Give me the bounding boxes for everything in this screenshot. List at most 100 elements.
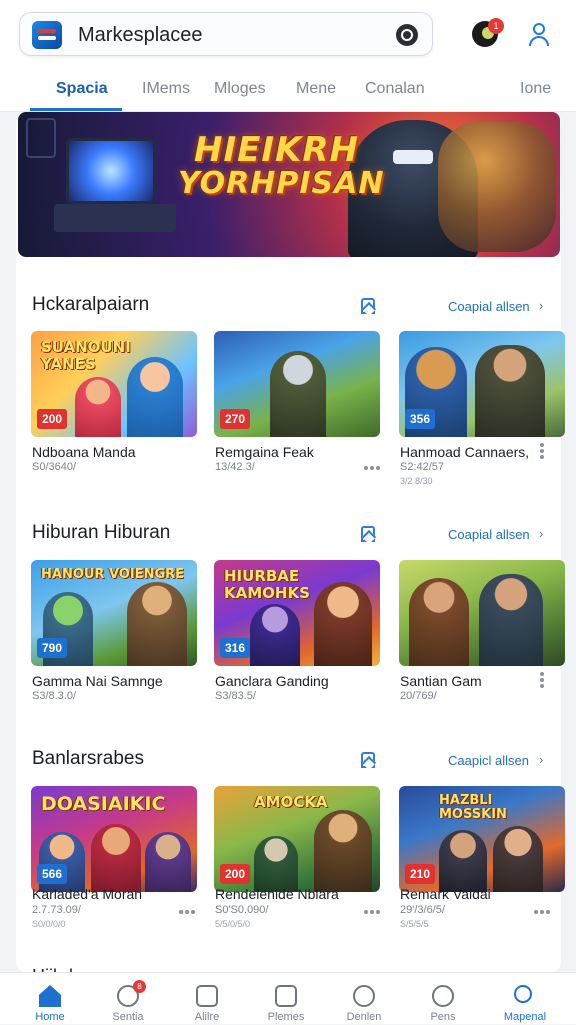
game-title[interactable]: Ndboana Manda: [32, 444, 136, 460]
game-thumbnail[interactable]: HANOUR VOIENGRE 790: [31, 560, 197, 666]
nav-badge: 8: [133, 980, 146, 993]
notification-icon[interactable]: 1: [472, 18, 504, 47]
app-logo-icon: [32, 21, 62, 49]
tab-ione[interactable]: Ione: [520, 80, 551, 98]
more-options-icon[interactable]: [364, 465, 380, 471]
price-badge: 316: [220, 638, 251, 658]
see-all-link[interactable]: Caapicl allsen: [448, 753, 529, 768]
more-options-icon[interactable]: [539, 443, 545, 459]
nav-plemes[interactable]: Plemes: [247, 973, 325, 1025]
game-meta: S3/8.3.0/: [32, 690, 77, 702]
game-meta-secondary: S0/0/0/0: [32, 919, 66, 929]
chevron-right-icon[interactable]: ›: [539, 298, 543, 313]
game-art-text: AMOCKA: [254, 793, 328, 811]
game-art-text: DOASIAIKIC: [41, 793, 166, 815]
game-art-text: HAZBLI MOSSKIN: [439, 793, 507, 823]
nav-search[interactable]: Mapenal: [486, 973, 564, 1025]
game-meta-secondary: 3/2 8/30: [400, 476, 433, 486]
price-badge: 356: [405, 409, 436, 429]
game-thumbnail[interactable]: 270: [214, 331, 380, 437]
nav-pens[interactable]: Pens: [404, 973, 482, 1025]
search-bar[interactable]: Markesplacee: [19, 12, 433, 56]
nav-label: Denlen: [346, 1011, 382, 1023]
more-options-icon[interactable]: [539, 672, 545, 688]
search-bar-title: Markesplacee: [78, 24, 203, 46]
game-thumbnail[interactable]: HIURBAE KAMOHKS 316: [214, 560, 380, 666]
game-thumbnail[interactable]: HAZBLI MOSSKIN 210: [399, 786, 565, 892]
library-icon: [196, 985, 218, 1007]
tab-imems[interactable]: IMems: [142, 80, 190, 98]
bookmark-icon[interactable]: [361, 298, 375, 314]
soldiers-illustration: [438, 122, 556, 252]
price-badge: 270: [220, 409, 251, 429]
nav-label: Plemes: [267, 1011, 305, 1023]
section-title: Hiburan Hiburan: [32, 522, 171, 543]
more-options-icon[interactable]: [534, 909, 550, 915]
nav-alilre[interactable]: Alilre: [168, 973, 246, 1025]
game-meta: S2:42/57: [400, 461, 445, 473]
nav-label: Sentia: [112, 1011, 144, 1023]
game-meta: 20/769/: [400, 690, 437, 702]
price-badge: 210: [405, 864, 436, 884]
tab-conalan[interactable]: Conalan: [365, 80, 425, 98]
price-badge: 200: [220, 864, 251, 884]
nav-sentia[interactable]: 8 Sentia: [89, 973, 167, 1025]
game-title[interactable]: Ganclara Ganding: [215, 673, 329, 689]
hero-title-line-1: HIEIKRH: [194, 130, 359, 170]
nav-label: Home: [35, 1011, 65, 1023]
game-title[interactable]: Gamma Nai Samnge: [32, 673, 163, 689]
tab-mene[interactable]: Mene: [296, 80, 336, 98]
game-art-text: HIURBAE KAMOHKS: [224, 567, 310, 602]
game-meta: S0/3640/: [32, 461, 77, 473]
hero-banner[interactable]: HIEIKRH YORHPISAN: [18, 112, 560, 257]
controller-icon: [26, 118, 56, 158]
nav-label: Mapenal: [503, 1011, 547, 1023]
game-title[interactable]: Hanmoad Cannaers,: [400, 444, 529, 460]
chevron-right-icon[interactable]: ›: [539, 752, 543, 767]
price-badge: 790: [37, 638, 68, 658]
game-thumbnail[interactable]: 356: [399, 331, 565, 437]
game-title[interactable]: Remgaina Feak: [215, 444, 314, 460]
bookmark-icon[interactable]: [361, 752, 375, 768]
tv-illustration: [66, 138, 156, 204]
section-title: Hckaralpaiarn: [32, 294, 150, 315]
refresh-icon: [353, 985, 375, 1007]
hero-title-line-2: YORHPISAN: [178, 166, 385, 201]
bookmark-icon[interactable]: [361, 526, 375, 542]
bottom-navigation: Home 8 Sentia Alilre Plemes Denlen Pens …: [0, 972, 576, 1024]
nav-label: Alilre: [194, 1011, 220, 1023]
game-title[interactable]: Remark Valdai: [400, 886, 491, 902]
tab-mloges[interactable]: Mloges: [214, 80, 266, 98]
more-options-icon[interactable]: [179, 909, 195, 915]
price-badge: 566: [37, 864, 68, 884]
console-illustration: [54, 204, 176, 232]
game-thumbnail[interactable]: DOASIAIKIC 566: [31, 786, 197, 892]
see-all-link[interactable]: Coapial allsen: [448, 527, 530, 542]
chevron-right-icon[interactable]: ›: [539, 526, 543, 541]
game-meta-secondary: 5/5/0/5/0: [215, 919, 251, 929]
nav-denlen[interactable]: Denlen: [325, 973, 403, 1025]
game-art-text: SUANOUNI YANES: [41, 338, 131, 373]
game-meta: 13/42.3/: [215, 461, 255, 473]
game-thumbnail[interactable]: [399, 560, 565, 666]
see-all-link[interactable]: Coapial allsen: [448, 299, 530, 314]
tab-spacia[interactable]: Spacia: [56, 80, 108, 98]
game-title[interactable]: Karladed'a Moran: [32, 886, 142, 902]
home-icon: [39, 985, 61, 1007]
game-art-text: HANOUR VOIENGRE: [41, 567, 185, 582]
search-icon: [514, 985, 532, 1003]
nav-home[interactable]: Home: [11, 973, 89, 1025]
more-options-icon[interactable]: [364, 909, 380, 915]
game-thumbnail[interactable]: SUANOUNI YANES 200: [31, 331, 197, 437]
search-icon[interactable]: [396, 24, 418, 46]
game-title[interactable]: Santian Gam: [400, 673, 482, 689]
people-icon: [432, 985, 454, 1007]
nav-label: Pens: [430, 1011, 456, 1023]
profile-icon[interactable]: [526, 20, 552, 48]
game-thumbnail[interactable]: AMOCKA 200: [214, 786, 380, 892]
top-bar: Markesplacee 1: [0, 0, 576, 70]
section-title: Banlarsrabes: [32, 748, 144, 769]
notification-badge: 1: [488, 18, 504, 34]
game-title[interactable]: Rendelenide Nblara: [215, 886, 339, 902]
game-meta: 2.7.73.09/: [32, 904, 81, 916]
